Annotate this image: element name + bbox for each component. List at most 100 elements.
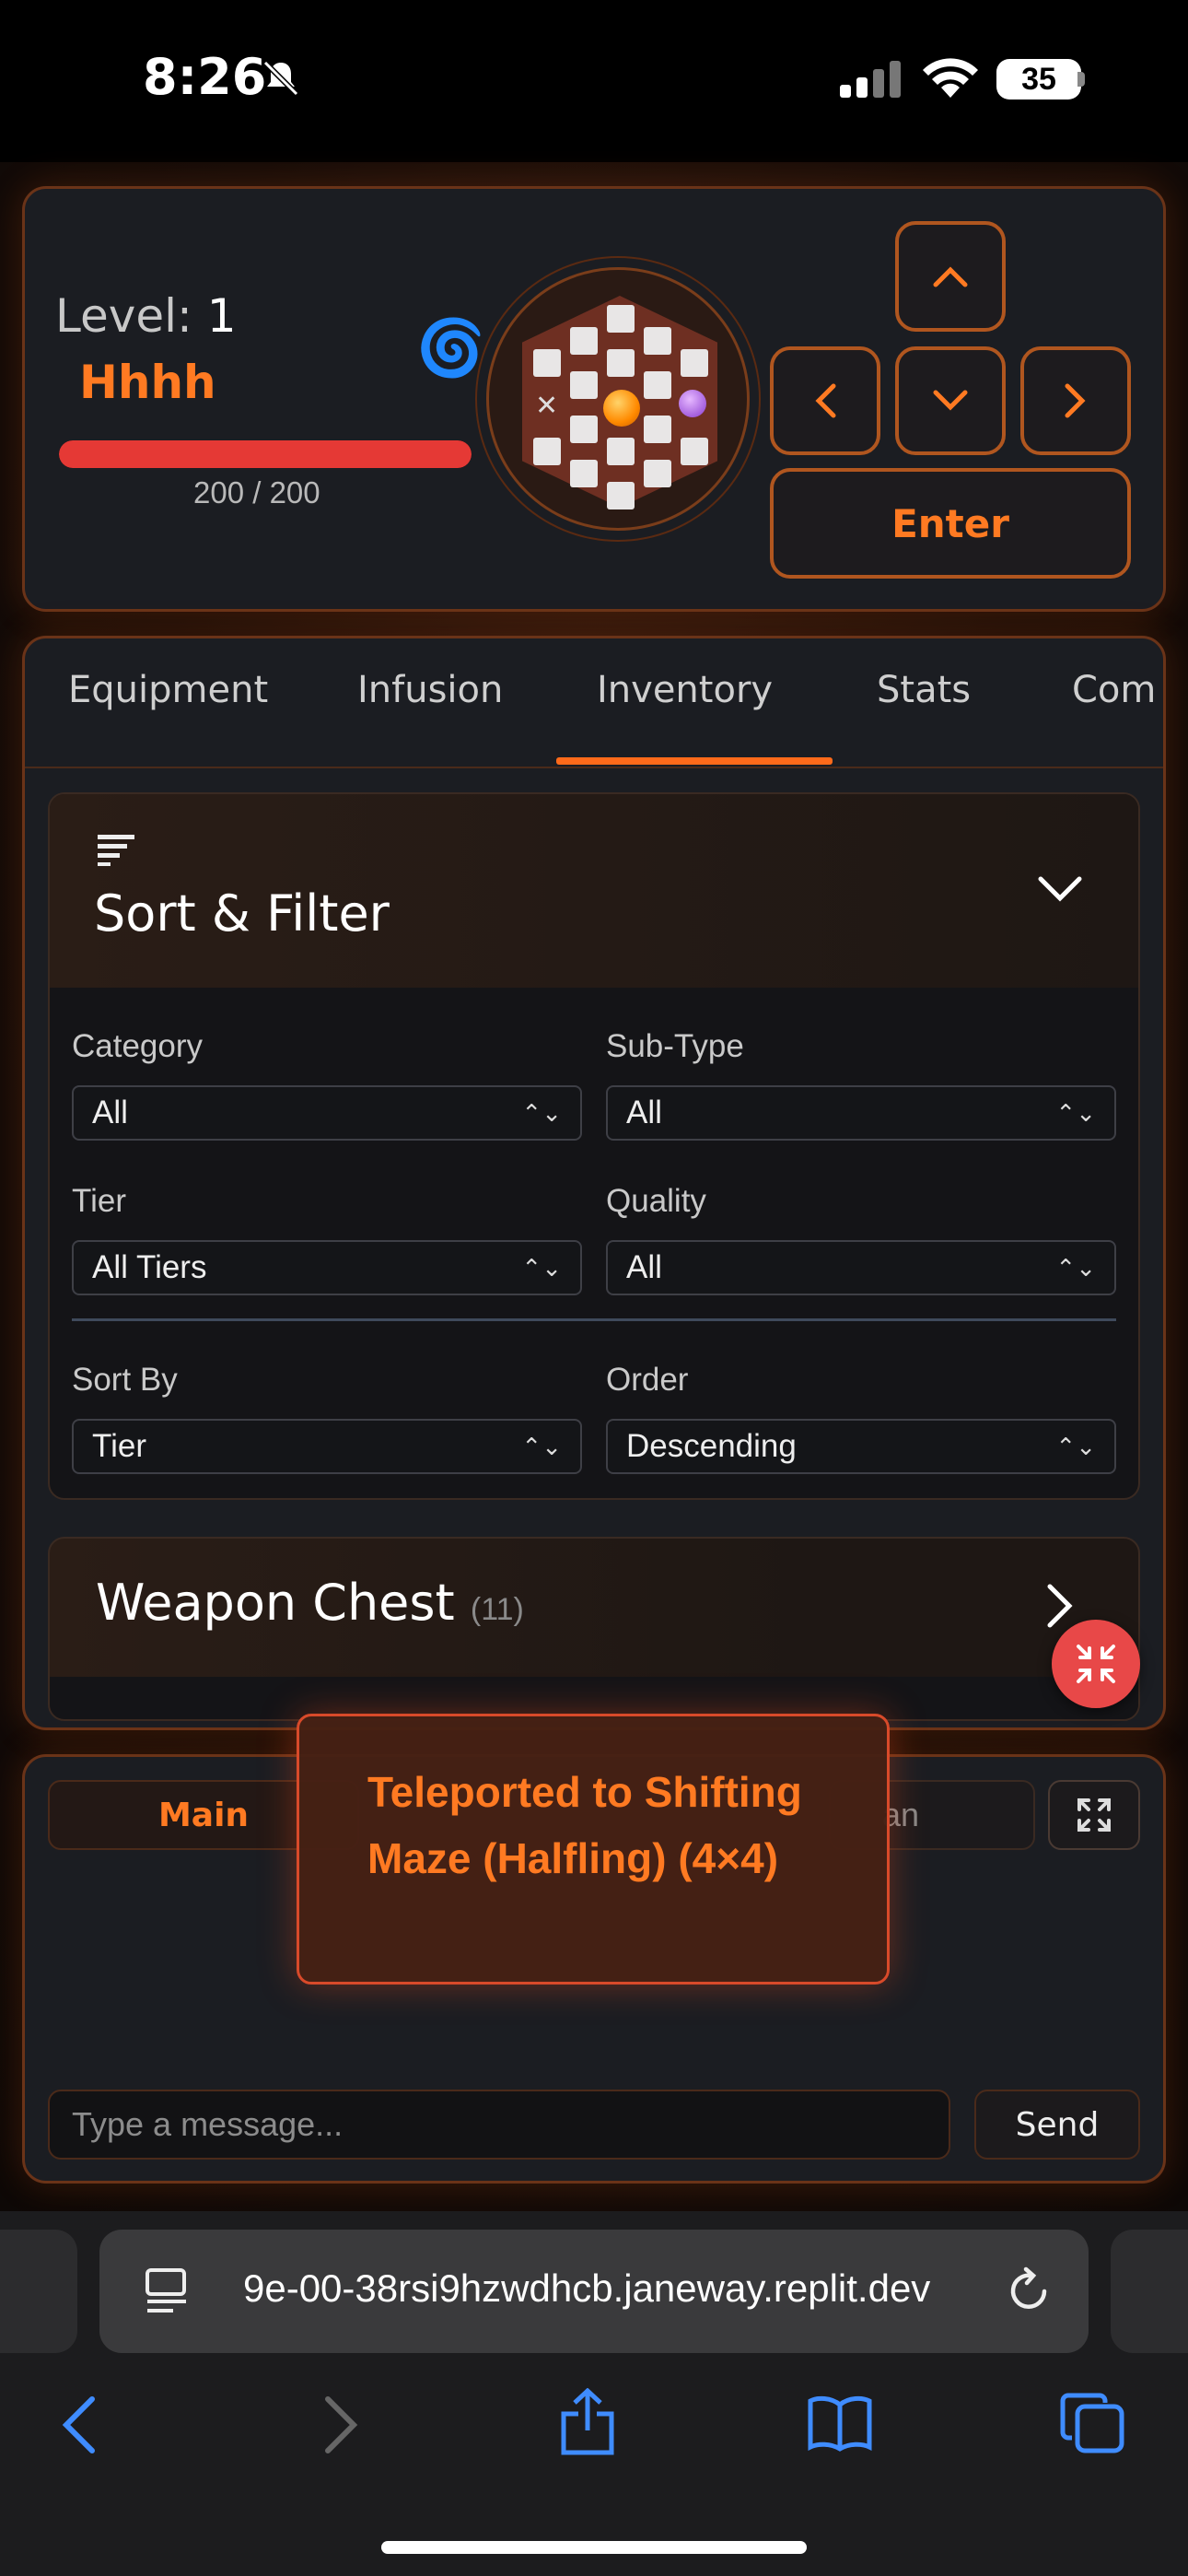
- maze-cell: [570, 460, 598, 487]
- filter-lines-icon: [98, 833, 134, 871]
- tier-select[interactable]: All Tiers ⌃⌄: [72, 1240, 582, 1295]
- tier-value: All Tiers: [92, 1249, 207, 1285]
- maze-cell: [533, 438, 561, 465]
- filter-divider: [72, 1318, 1116, 1321]
- chevron-left-icon: [815, 383, 836, 418]
- weapon-chest-title: Weapon Chest (11): [96, 1574, 524, 1632]
- sortby-select[interactable]: Tier ⌃⌄: [72, 1419, 582, 1474]
- wifi-icon: [921, 57, 980, 104]
- category-label: Category: [72, 1028, 204, 1064]
- order-select[interactable]: Descending ⌃⌄: [606, 1419, 1116, 1474]
- status-time: 8:26: [143, 48, 267, 106]
- order-value: Descending: [626, 1428, 797, 1464]
- order-label: Order: [606, 1362, 689, 1398]
- crystal-ball-icon: [679, 390, 706, 417]
- level-display: Level: 1: [55, 289, 237, 343]
- sort-filter-title: Sort & Filter: [94, 884, 390, 943]
- tabs-icon[interactable]: [1059, 2392, 1125, 2461]
- chat-message-input[interactable]: Type a message...: [48, 2090, 950, 2160]
- battery-level: 35: [1021, 61, 1056, 97]
- move-right-button[interactable]: [1020, 346, 1131, 455]
- address-bar[interactable]: 9e-00-38rsi9hzwdhcb.janeway.replit.dev: [99, 2230, 1089, 2353]
- portal-swirl-icon[interactable]: 🌀: [416, 315, 485, 381]
- chevron-up-icon: [933, 266, 968, 287]
- updown-chevron-icon: ⌃⌄: [1055, 1432, 1096, 1460]
- updown-chevron-icon: ⌃⌄: [521, 1253, 562, 1282]
- tab-inventory[interactable]: Inventory: [597, 669, 773, 711]
- chat-expand-button[interactable]: [1048, 1780, 1140, 1850]
- updown-chevron-icon: ⌃⌄: [1055, 1098, 1096, 1127]
- maze-cell: [644, 371, 671, 399]
- collapse-fab-button[interactable]: [1052, 1620, 1140, 1708]
- maze-cell: [570, 416, 598, 443]
- updown-chevron-icon: ⌃⌄: [521, 1432, 562, 1460]
- battery-icon: 35: [996, 59, 1081, 100]
- tab-infusion[interactable]: Infusion: [357, 669, 503, 711]
- level-label: Level:: [55, 289, 192, 343]
- next-tab-peek[interactable]: [1111, 2230, 1188, 2353]
- sword-icon: ✕: [535, 391, 559, 421]
- maze-cell: [607, 482, 635, 509]
- maze-cell: [681, 349, 708, 377]
- sortby-value: Tier: [92, 1428, 146, 1464]
- enter-button[interactable]: Enter: [770, 468, 1131, 579]
- bookmarks-icon[interactable]: [807, 2395, 873, 2457]
- maze-cell: [607, 305, 635, 333]
- quality-select[interactable]: All ⌃⌄: [606, 1240, 1116, 1295]
- subtype-value: All: [626, 1095, 662, 1130]
- maze-cell: [607, 438, 635, 465]
- player-marker: [603, 390, 640, 427]
- maze-cell: [681, 438, 708, 465]
- subtype-label: Sub-Type: [606, 1028, 744, 1064]
- enter-label: Enter: [891, 500, 1009, 546]
- maze-cell: [570, 371, 598, 399]
- move-up-button[interactable]: [895, 221, 1006, 332]
- share-icon[interactable]: [558, 2387, 617, 2461]
- weapon-chest-count: (11): [470, 1592, 524, 1627]
- chevron-right-icon[interactable]: [1046, 1583, 1074, 1633]
- subtype-select[interactable]: All ⌃⌄: [606, 1085, 1116, 1141]
- move-left-button[interactable]: [770, 346, 880, 455]
- send-label: Send: [1015, 2105, 1100, 2144]
- tab-combat[interactable]: Com: [1072, 669, 1156, 711]
- chevron-right-icon: [1065, 383, 1086, 418]
- silent-mode-icon: [260, 57, 302, 104]
- tab-active-indicator: [556, 757, 833, 765]
- hp-bar-fill: [59, 440, 472, 468]
- page-menu-icon[interactable]: [146, 2268, 190, 2319]
- updown-chevron-icon: ⌃⌄: [521, 1098, 562, 1127]
- expand-arrows-icon: [1077, 1798, 1111, 1832]
- hp-text: 200 / 200: [193, 475, 320, 509]
- tab-stats[interactable]: Stats: [877, 669, 971, 711]
- tab-equipment[interactable]: Equipment: [68, 669, 268, 711]
- hp-bar: [59, 440, 472, 468]
- category-value: All: [92, 1095, 128, 1130]
- chat-input-placeholder: Type a message...: [72, 2105, 344, 2143]
- maze-cell: [570, 327, 598, 355]
- reload-icon[interactable]: [1004, 2266, 1054, 2321]
- updown-chevron-icon: ⌃⌄: [1055, 1253, 1096, 1282]
- sortby-label: Sort By: [72, 1362, 178, 1398]
- cellular-signal-icon: [840, 61, 904, 102]
- back-icon[interactable]: [61, 2395, 98, 2459]
- category-select[interactable]: All ⌃⌄: [72, 1085, 582, 1141]
- tabs-divider: [25, 767, 1163, 768]
- quality-value: All: [626, 1249, 662, 1285]
- tab-overflow-clip: Com: [1072, 669, 1160, 711]
- move-down-button[interactable]: [895, 346, 1006, 455]
- chevron-down-icon: [933, 390, 968, 411]
- tier-label: Tier: [72, 1183, 126, 1219]
- maze-cell: [644, 416, 671, 443]
- teleport-toast: Teleported to Shifting Maze (Halfling) (…: [297, 1714, 890, 1985]
- previous-tab-peek[interactable]: [0, 2230, 77, 2353]
- battery-cap: [1077, 72, 1085, 87]
- maze-cell: [607, 349, 635, 377]
- collapse-chevron-icon[interactable]: [1037, 875, 1083, 907]
- forward-icon[interactable]: [322, 2395, 359, 2459]
- level-value: 1: [206, 289, 237, 343]
- minimap[interactable]: ✕: [486, 267, 750, 531]
- minimize-arrows-icon: [1077, 1645, 1115, 1683]
- send-button[interactable]: Send: [974, 2090, 1140, 2160]
- maze-cell: [644, 460, 671, 487]
- home-indicator: [381, 2541, 807, 2554]
